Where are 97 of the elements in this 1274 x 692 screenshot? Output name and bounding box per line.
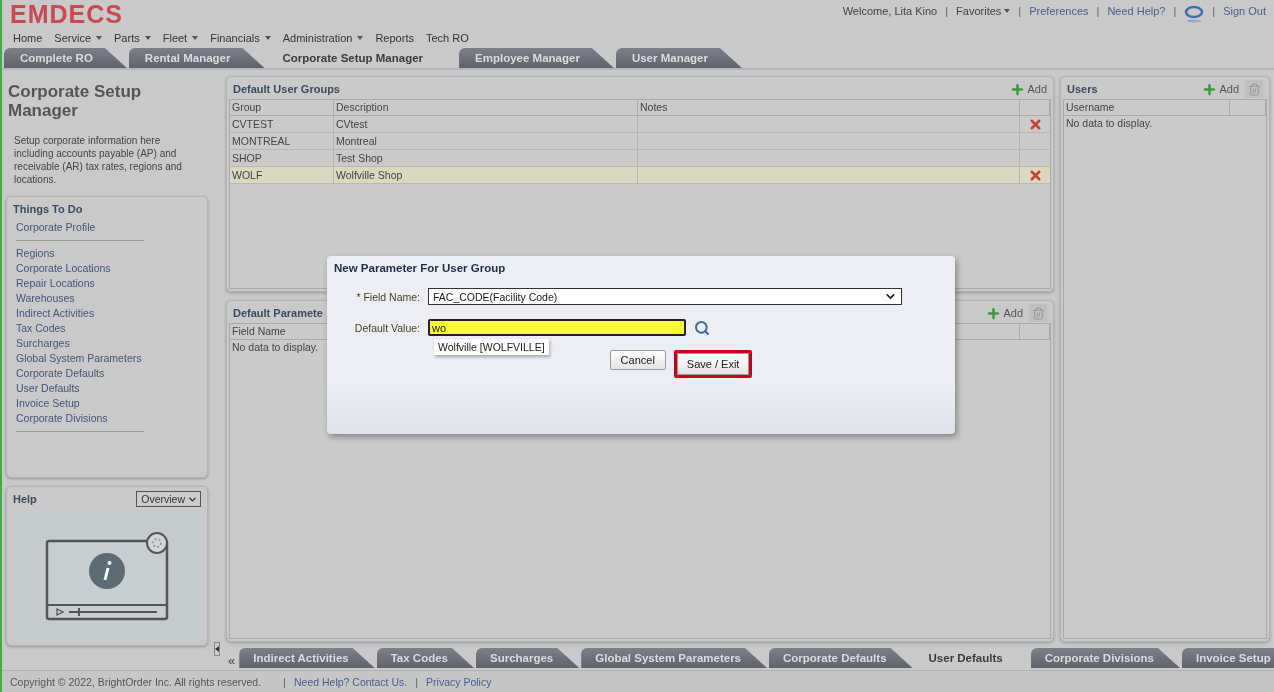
nav-menu-item[interactable]: Reports <box>375 32 414 44</box>
table-cell: Montreal <box>334 133 638 149</box>
sidebar-link[interactable]: Repair Locations <box>16 277 144 290</box>
header-link[interactable]: Sign Out <box>1223 5 1266 17</box>
favorites-menu[interactable]: Favorites <box>956 5 1011 17</box>
sidebar-link[interactable]: Regions <box>16 247 144 260</box>
section-tab[interactable]: Corporate Defaults <box>769 648 913 668</box>
column-header[interactable]: Notes <box>638 100 1020 115</box>
table-cell: CVtest <box>334 116 638 132</box>
sidebar-link[interactable]: Corporate Divisions <box>16 412 144 425</box>
copyright-text: Copyright © 2022, BrightOrder Inc. All rights reserved. <box>10 675 262 688</box>
table-cell: MONTREAL <box>230 133 334 149</box>
empty-message: No data to display. <box>231 340 320 354</box>
separator: | <box>283 675 286 688</box>
panel-title: Help <box>13 493 37 505</box>
section-tab[interactable]: Invoice Setup <box>1181 648 1274 668</box>
separator: | <box>1018 5 1022 17</box>
panel-title: Default User Groups <box>233 83 340 95</box>
table-cell: Wolfville Shop <box>334 167 638 183</box>
module-tab[interactable]: Complete RO <box>4 48 127 68</box>
column-header[interactable]: Username <box>1064 100 1230 115</box>
logo[interactable]: EMDECS <box>10 2 469 26</box>
welcome-text: Welcome, Lita Kino <box>842 5 938 17</box>
sidebar-link[interactable]: User Defaults <box>16 382 144 395</box>
nav-menu-item[interactable]: Parts <box>114 32 151 44</box>
table-cell: CVTEST <box>230 116 334 132</box>
panel-title: Default Paramete <box>233 307 323 319</box>
collapse-handle[interactable] <box>214 642 220 656</box>
sidebar-link[interactable]: Warehouses <box>16 292 144 305</box>
help-video-drawing[interactable] <box>43 531 171 621</box>
table-row[interactable]: CVTEST CVtest <box>230 116 1050 133</box>
separator: | <box>945 5 949 17</box>
header-link[interactable]: Need Help? <box>1107 5 1166 17</box>
header-link[interactable]: Preferences <box>1029 5 1089 17</box>
field-label: Default Value: <box>353 321 420 334</box>
separator: | <box>1212 5 1216 17</box>
section-tab[interactable]: Tax Codes <box>376 648 474 668</box>
sidebar-link[interactable]: Indirect Activities <box>16 307 144 320</box>
nav-menu-item[interactable]: Fleet <box>162 32 199 44</box>
dialog-title: New Parameter For User Group <box>334 262 507 274</box>
sidebar-link[interactable]: Corporate Profile <box>16 221 144 234</box>
sidebar-link[interactable]: Invoice Setup <box>16 397 144 410</box>
sidebar-link[interactable]: Surcharges <box>16 337 144 350</box>
footer-link[interactable]: Need Help? Contact Us. <box>293 675 408 688</box>
separator: | <box>1173 5 1177 17</box>
separator: | <box>415 675 419 688</box>
field-name-select[interactable]: FAC_CODE(Facility Code) <box>428 288 902 305</box>
table-cell: SHOP <box>230 150 334 166</box>
chat-bubble-icon[interactable] <box>1184 5 1205 23</box>
dialog-button[interactable]: Cancel <box>609 350 666 370</box>
search-icon[interactable] <box>694 319 710 336</box>
nav-menu-item[interactable]: Financials <box>210 32 271 44</box>
sidebar-link[interactable]: Corporate Defaults <box>16 367 144 380</box>
module-tab[interactable]: Rental Manager <box>128 48 265 68</box>
caret-icon <box>1004 9 1011 13</box>
default-value-field[interactable]: wo <box>428 319 686 336</box>
trash-icon <box>1031 306 1045 320</box>
module-tab[interactable]: Employee Manager <box>459 48 614 68</box>
table-row[interactable]: MONTREAL Montreal <box>230 133 1050 150</box>
sidebar-link[interactable]: Global System Parameters <box>16 352 144 365</box>
dialog-button[interactable]: Save / Exit <box>673 350 753 378</box>
sidebar-link[interactable]: Tax Codes <box>16 322 144 335</box>
column-header[interactable]: Description <box>334 100 638 115</box>
add-button[interactable]: Add <box>1010 81 1047 97</box>
panel-title: Things To Do <box>13 203 84 215</box>
table-cell: Test Shop <box>334 150 638 166</box>
sidebar-link[interactable]: Corporate Locations <box>16 262 144 275</box>
module-tab[interactable]: User Manager <box>615 48 742 68</box>
table-row[interactable]: SHOP Test Shop <box>230 150 1050 167</box>
nav-menu-item[interactable]: Tech RO <box>425 32 469 44</box>
add-button[interactable]: Add <box>986 305 1023 321</box>
suggestion-item[interactable]: Wolfville [WOLFVILLE] <box>434 339 549 355</box>
scroll-tabs-left-button[interactable]: « <box>226 653 240 668</box>
nav-menu-item[interactable]: Administration <box>282 32 364 44</box>
empty-message: No data to display. <box>1065 116 1154 130</box>
footer-link[interactable]: Privacy Policy <box>426 675 492 688</box>
plus-icon <box>986 305 1002 321</box>
plus-icon <box>1010 81 1026 97</box>
separator: | <box>1096 5 1100 17</box>
plus-icon <box>1202 81 1218 97</box>
section-tab[interactable]: Indirect Activities <box>239 648 375 668</box>
trash-icon <box>1247 82 1261 96</box>
page-title: Corporate Setup Manager <box>7 81 143 120</box>
section-tab[interactable]: Surcharges <box>476 648 580 668</box>
collapse-arrow-icon <box>215 646 219 652</box>
section-tab[interactable]: Global System Parameters <box>581 648 767 668</box>
field-label: * Field Name: <box>355 290 420 303</box>
help-topic-select[interactable]: Overview <box>136 491 201 507</box>
table-cell: WOLF <box>230 167 334 183</box>
nav-menu-item[interactable]: Service <box>54 32 103 44</box>
column-header[interactable]: Group <box>230 100 334 115</box>
add-button[interactable]: Add <box>1202 81 1239 97</box>
panel-title: Users <box>1067 83 1098 95</box>
nav-menu-item[interactable]: Home <box>13 32 43 44</box>
table-row[interactable]: WOLF Wolfville Shop <box>230 167 1050 184</box>
page-description: Setup corporate information here including accounts payable (AP) and receivable (AR) tax rates, regions and locations. <box>13 134 183 187</box>
section-tab[interactable]: Corporate Divisions <box>1030 648 1180 668</box>
